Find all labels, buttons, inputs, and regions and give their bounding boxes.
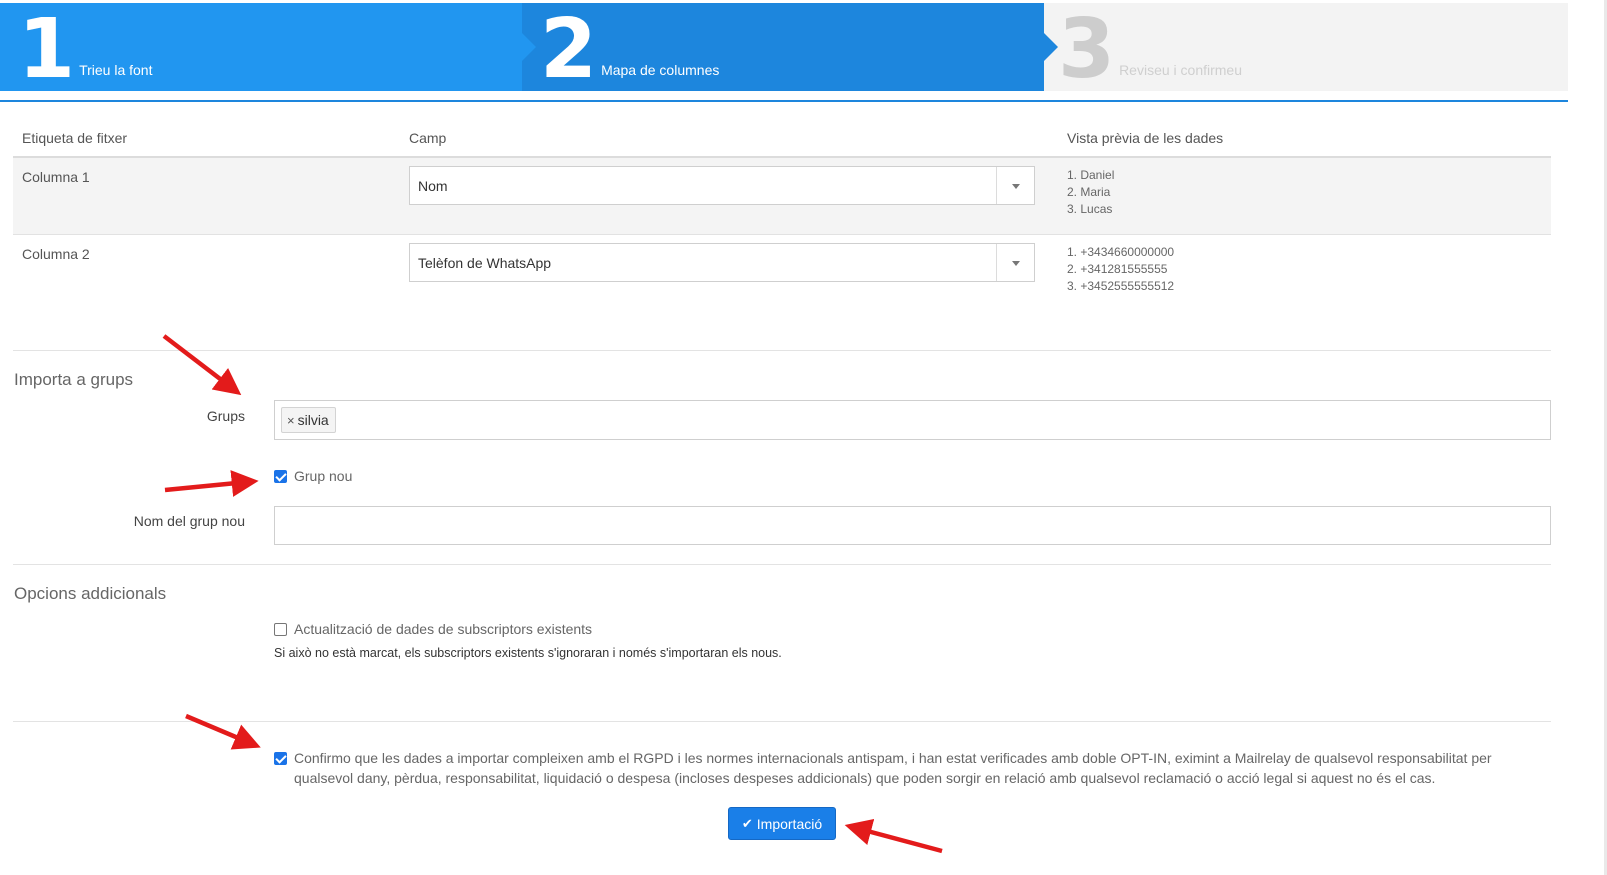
- step-label: Trieu la font: [79, 62, 153, 78]
- annotation-arrow: [162, 334, 242, 396]
- new-group-name-label: Nom del grup nou: [133, 513, 245, 529]
- wizard-step-2[interactable]: 2 Mapa de columnes: [522, 2, 1058, 97]
- new-group-checkbox[interactable]: [274, 470, 287, 483]
- header-file-label: Etiqueta de fitxer: [22, 130, 128, 146]
- annotation-arrow: [844, 818, 943, 854]
- step-number: 2: [540, 2, 597, 97]
- import-button[interactable]: ✔ Importació: [728, 807, 836, 840]
- group-tag: × silvia: [281, 407, 336, 433]
- chevron-down-icon[interactable]: [1012, 184, 1020, 189]
- header-preview: Vista prèvia de les dades: [1067, 130, 1224, 146]
- header-field: Camp: [409, 130, 447, 146]
- preview-list: 1. Daniel 2. Maria 3. Lucas: [1067, 167, 1551, 218]
- wizard-steps: 1 Trieu la font 2 Mapa de columnes 3 Rev…: [0, 3, 1568, 91]
- groups-input[interactable]: × silvia: [274, 400, 1551, 440]
- preview-item: 2. +341281555555: [1067, 262, 1168, 276]
- field-cell: Nom: [409, 158, 1051, 234]
- step-chevron: [1044, 33, 1058, 61]
- tag-remove-icon[interactable]: ×: [287, 413, 295, 428]
- field-cell: Telèfon de WhatsApp: [409, 235, 1051, 311]
- new-group-label[interactable]: Grup nou: [294, 468, 352, 484]
- groups-label: Grups: [206, 408, 245, 424]
- wizard-step-3: 3 Reviseu i confirmeu: [1044, 3, 1568, 91]
- section-divider: [13, 721, 1551, 722]
- section-title-groups: Importa a grups: [14, 370, 134, 389]
- step-number: 3: [1058, 2, 1115, 97]
- preview-item: 1. +3434660000000: [1067, 245, 1175, 259]
- file-label-cell: Columna 1: [22, 169, 90, 185]
- file-label-cell: Columna 2: [22, 246, 90, 262]
- preview-item: 3. Lucas: [1067, 202, 1113, 216]
- section-divider: [13, 564, 1551, 565]
- consent-text[interactable]: Confirmo que les dades a importar comple…: [294, 748, 1544, 788]
- consent-checkbox[interactable]: [274, 752, 287, 765]
- preview-cell: 1. Daniel 2. Maria 3. Lucas: [1051, 158, 1551, 234]
- group-tag-label: silvia: [297, 412, 329, 428]
- update-help-text: Si això no està marcat, els subscriptors…: [274, 646, 782, 660]
- table-row: Columna 1 Nom 1. Daniel 2. Maria 3. Luca…: [13, 158, 1551, 235]
- table-header: Etiqueta de fitxer Camp Vista prèvia de …: [13, 120, 1551, 158]
- field-select[interactable]: Telèfon de WhatsApp: [409, 243, 1035, 282]
- step-label: Reviseu i confirmeu: [1119, 62, 1242, 78]
- new-group-name-input[interactable]: [274, 506, 1551, 545]
- section-divider: [13, 350, 1551, 351]
- section-title-options: Opcions addicionals: [14, 584, 167, 603]
- field-select-value: Telèfon de WhatsApp: [418, 254, 552, 271]
- update-subscribers-label[interactable]: Actualització de dades de subscriptors e…: [294, 621, 592, 637]
- wizard-step-1[interactable]: 1 Trieu la font: [0, 2, 536, 97]
- import-button-label: Importació: [756, 815, 823, 832]
- check-icon: ✔: [741, 815, 753, 831]
- update-subscribers-checkbox[interactable]: [274, 623, 287, 636]
- select-separator: [996, 244, 997, 281]
- annotation-arrow: [164, 470, 259, 497]
- step-number: 1: [18, 2, 75, 97]
- preview-item: 2. Maria: [1067, 185, 1111, 199]
- field-select-value: Nom: [418, 177, 448, 194]
- table-row: Columna 2 Telèfon de WhatsApp 1. +343466…: [13, 235, 1551, 311]
- preview-item: 3. +3452555555512: [1067, 279, 1175, 293]
- wizard-divider: [0, 100, 1568, 102]
- field-select[interactable]: Nom: [409, 166, 1035, 205]
- preview-item: 1. Daniel: [1067, 168, 1115, 182]
- column-mapping-table: Etiqueta de fitxer Camp Vista prèvia de …: [13, 120, 1551, 311]
- chevron-down-icon[interactable]: [1012, 261, 1020, 266]
- preview-cell: 1. +3434660000000 2. +341281555555 3. +3…: [1051, 235, 1551, 311]
- select-separator: [996, 167, 997, 204]
- preview-list: 1. +3434660000000 2. +341281555555 3. +3…: [1067, 244, 1551, 295]
- step-label: Mapa de columnes: [601, 62, 720, 78]
- step-chevron: [522, 33, 536, 61]
